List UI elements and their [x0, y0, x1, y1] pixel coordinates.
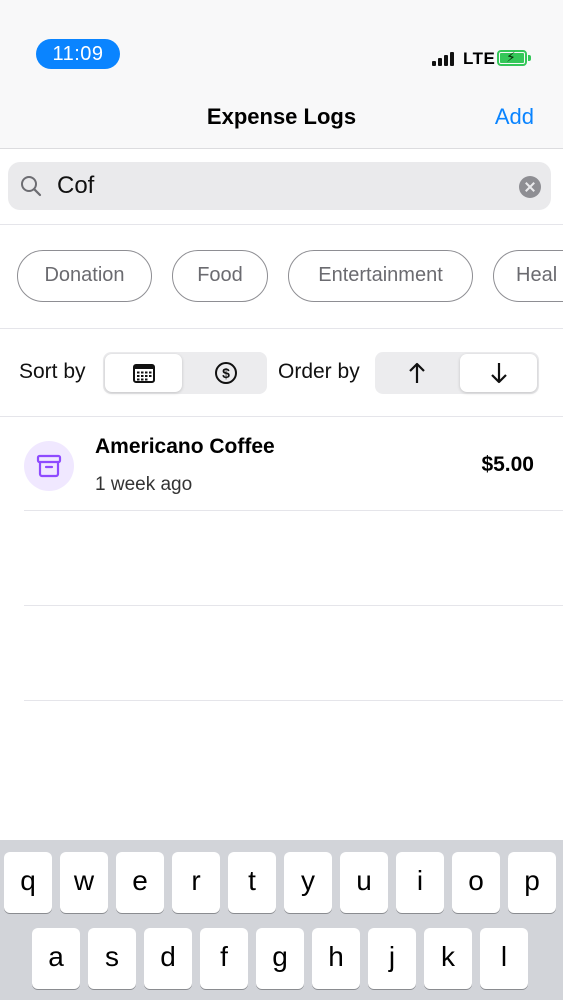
- svg-text:$: $: [222, 365, 230, 381]
- clear-circle-icon[interactable]: [519, 176, 541, 198]
- calendar-icon: [132, 364, 155, 383]
- arrow-down-icon: [490, 363, 507, 384]
- category-avatar: [24, 441, 74, 491]
- sort-by-amount-option[interactable]: $: [186, 354, 265, 392]
- key-y[interactable]: y: [284, 852, 332, 913]
- search-input[interactable]: Cof: [57, 172, 94, 200]
- magnifier-icon: [21, 176, 42, 197]
- add-button[interactable]: Add: [495, 104, 534, 130]
- key-u[interactable]: u: [340, 852, 388, 913]
- row-separator: [24, 605, 563, 606]
- key-o[interactable]: o: [452, 852, 500, 913]
- chip-food[interactable]: Food: [172, 250, 268, 302]
- order-segmented-control: [375, 352, 539, 394]
- chip-entertainment[interactable]: Entertainment: [288, 250, 473, 302]
- row-separator: [24, 510, 563, 511]
- key-k[interactable]: k: [424, 928, 472, 989]
- divider: [0, 328, 563, 329]
- divider: [0, 224, 563, 225]
- chip-health[interactable]: Heal: [493, 250, 563, 302]
- signal-bars-icon: [432, 50, 458, 66]
- page-title: Expense Logs: [206, 104, 357, 129]
- top-bar: 11:09 LTE ⚡ Expense Logs Add: [0, 0, 563, 149]
- key-f[interactable]: f: [200, 928, 248, 989]
- divider: [0, 416, 563, 417]
- key-a[interactable]: a: [32, 928, 80, 989]
- key-t[interactable]: t: [228, 852, 276, 913]
- order-by-label: Order by: [278, 360, 360, 383]
- key-s[interactable]: s: [88, 928, 136, 989]
- key-q[interactable]: q: [4, 852, 52, 913]
- expense-time: 1 week ago: [95, 474, 193, 495]
- keyboard: q w e r t y u i o p a s d f g h j k l: [0, 840, 563, 1000]
- chip-donation[interactable]: Donation: [17, 250, 152, 302]
- archive-box-icon: [36, 454, 62, 478]
- status-time: 11:09: [36, 39, 120, 69]
- sort-segmented-control: $: [103, 352, 267, 394]
- row-separator: [24, 700, 563, 701]
- battery-charging-icon: ⚡: [497, 49, 527, 66]
- key-e[interactable]: e: [116, 852, 164, 913]
- key-p[interactable]: p: [508, 852, 556, 913]
- key-r[interactable]: r: [172, 852, 220, 913]
- sort-by-label: Sort by: [19, 360, 86, 383]
- key-w[interactable]: w: [60, 852, 108, 913]
- dollar-circle-icon: $: [214, 362, 237, 384]
- key-i[interactable]: i: [396, 852, 444, 913]
- arrow-up-icon: [408, 362, 425, 383]
- order-ascending-option[interactable]: [377, 354, 456, 392]
- key-l[interactable]: l: [480, 928, 528, 989]
- expense-amount: $5.00: [481, 453, 534, 476]
- key-h[interactable]: h: [312, 928, 360, 989]
- network-type: LTE: [463, 49, 496, 68]
- key-g[interactable]: g: [256, 928, 304, 989]
- order-descending-option[interactable]: [460, 354, 537, 392]
- sort-by-date-option[interactable]: [105, 354, 182, 392]
- expense-title: Americano Coffee: [95, 435, 275, 458]
- key-j[interactable]: j: [368, 928, 416, 989]
- search-field[interactable]: Cof: [8, 162, 551, 210]
- key-d[interactable]: d: [144, 928, 192, 989]
